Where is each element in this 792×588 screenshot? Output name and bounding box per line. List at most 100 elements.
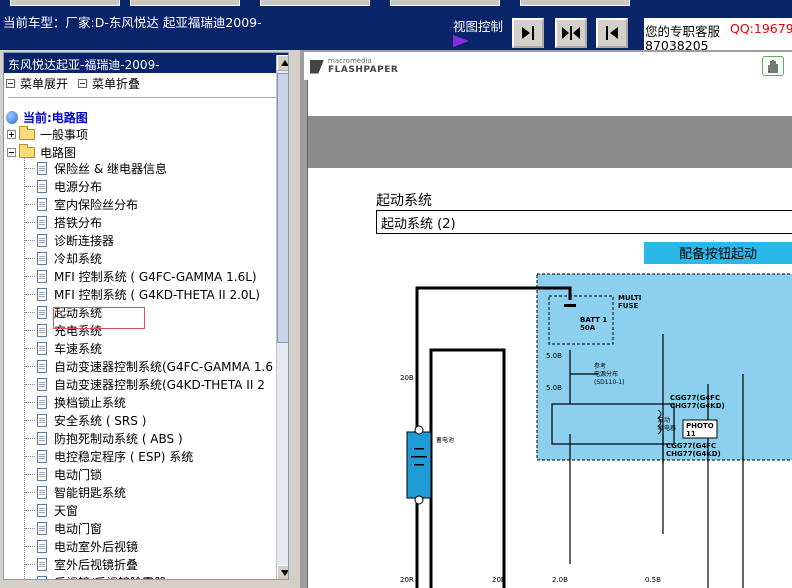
- tree-item-label: 智能钥匙系统: [54, 485, 127, 500]
- top-tab[interactable]: [130, 0, 240, 6]
- tree-item[interactable]: 换档锁止系统: [25, 393, 126, 411]
- tree-item-label: 电动门锁: [54, 467, 103, 482]
- tree-connector: [25, 293, 35, 295]
- view-control-label: 视图控制: [453, 19, 504, 34]
- tree-item[interactable]: 电动门窗: [25, 519, 102, 537]
- tree-item[interactable]: 电动门锁: [25, 465, 102, 483]
- connector-label: CGG77(G4FC: [666, 442, 716, 450]
- document-icon: [37, 449, 47, 463]
- tree-connector: [25, 203, 35, 205]
- wire-label: 0.5B: [645, 576, 661, 584]
- tree-item-label: 室外后视镜折叠: [54, 557, 139, 572]
- current-location: 当前:电路图: [6, 109, 88, 126]
- tree-item[interactable]: 天窗: [25, 501, 78, 519]
- document-icon: [37, 323, 47, 337]
- expand-menu-button[interactable]: 菜单展开: [6, 75, 68, 92]
- top-tab[interactable]: [390, 0, 500, 6]
- tree-item-label: 自动变速器控制系统(G4KD-THETA II 2: [54, 377, 265, 392]
- batt-amp-label: 50A: [580, 324, 596, 332]
- battery-label: 蓄电池: [436, 436, 454, 444]
- tree-connector: [25, 221, 35, 223]
- logo-small-text: macromedia: [328, 57, 372, 65]
- wire-label: 20R: [400, 576, 414, 584]
- view-right-button[interactable]: [512, 18, 544, 48]
- tree-item-label: 电控稳定程序 ( ESP) 系统: [54, 449, 194, 464]
- tree-item[interactable]: 搭铁分布: [25, 213, 102, 231]
- collapse-menu-button[interactable]: 菜单折叠: [78, 75, 140, 92]
- tree-item[interactable]: 电控稳定程序 ( ESP) 系统: [25, 447, 193, 465]
- page-gap-band: [308, 116, 792, 168]
- tree-item[interactable]: 自动变速器控制系统(G4FC-GAMMA 1.6: [25, 357, 273, 375]
- tree-item[interactable]: 冷却系统: [25, 249, 102, 267]
- hand-tool-button[interactable]: [762, 56, 784, 76]
- document-icon: [37, 287, 47, 301]
- tree-folder-label: 电路图: [40, 145, 77, 160]
- selected-item-highlight: [53, 307, 145, 329]
- tree-connector: [25, 401, 35, 403]
- tree-item-label: MFI 控制系统 ( G4KD-THETA II 2.0L): [54, 287, 260, 302]
- tree-item[interactable]: 车速系统: [25, 339, 102, 357]
- tree-connector: [25, 545, 35, 547]
- document-icon: [37, 161, 47, 175]
- tree-item[interactable]: 防抱死制动系统 ( ABS ): [25, 429, 183, 447]
- top-tab[interactable]: [260, 0, 370, 6]
- scroll-down-button[interactable]: [277, 565, 288, 579]
- folder-icon: [19, 125, 35, 140]
- document-icon: [37, 305, 47, 319]
- document-icon: [37, 521, 47, 535]
- top-bar: 当前车型：厂家:D-东风悦达 起亚福瑞迪2009- 视图控制 您的专职客服 QQ…: [0, 0, 792, 50]
- scroll-thumb[interactable]: [277, 73, 288, 343]
- connector-label: CGG77(G4FC: [670, 394, 720, 402]
- document-icon: [37, 233, 47, 247]
- tree-item[interactable]: MFI 控制系统 ( G4KD-THETA II 2.0L): [25, 285, 260, 303]
- view-split-button[interactable]: [555, 18, 587, 48]
- battery-terminal-top: [414, 425, 424, 435]
- logo-big-text: FLASHPAPER: [328, 65, 399, 75]
- tree-item[interactable]: 自动变速器控制系统(G4KD-THETA II 2: [25, 375, 265, 393]
- tree-item[interactable]: 电动室外后视镜: [25, 537, 138, 555]
- view-left-button[interactable]: [596, 18, 628, 48]
- collapse-minus-icon[interactable]: [7, 147, 16, 157]
- tree-connector: [25, 437, 35, 439]
- tree-item[interactable]: 保险丝 & 继电器信息: [25, 159, 167, 177]
- expand-plus-icon[interactable]: [7, 129, 16, 139]
- connector-label: CHG77(G4KD): [666, 450, 721, 458]
- tree-connector: [25, 311, 35, 313]
- document-icon: [37, 269, 47, 283]
- tree-connector: [25, 329, 35, 331]
- tree-item[interactable]: MFI 控制系统 ( G4FC-GAMMA 1.6L): [25, 267, 257, 285]
- tree-item-label: 室内保险丝分布: [54, 197, 139, 212]
- tree-item[interactable]: 诊断连接器: [25, 231, 114, 249]
- document-page[interactable]: 起动系统 起动系统 (2) 配备按钮起动 MULTI FUSE BATT 1 5…: [307, 80, 792, 588]
- tree-item-label: 电动室外后视镜: [54, 539, 139, 554]
- tree-item[interactable]: 后视镜/后视镜除雾器: [25, 573, 166, 579]
- tree-item[interactable]: 室外后视镜折叠: [25, 555, 138, 573]
- folder-open-icon: [19, 143, 35, 158]
- tree-item-label: 诊断连接器: [54, 233, 115, 248]
- tree-item-label: MFI 控制系统 ( G4FC-GAMMA 1.6L): [54, 269, 257, 284]
- tree-folder-general[interactable]: 一般事项: [7, 125, 88, 143]
- service-qq-link[interactable]: QQ:19679: [730, 21, 792, 36]
- top-tab[interactable]: [10, 0, 120, 6]
- tree-item[interactable]: 电源分布: [25, 177, 102, 195]
- top-tab[interactable]: [520, 0, 630, 6]
- tree-title: 东风悦达起亚-福瑞迪-2009-: [4, 53, 288, 73]
- collapse-menu-label: 菜单折叠: [92, 77, 141, 91]
- wire-label: 20B: [492, 576, 506, 584]
- tree-connector: [25, 347, 35, 349]
- tree-item[interactable]: 智能钥匙系统: [25, 483, 126, 501]
- scroll-up-button[interactable]: [277, 55, 288, 71]
- fuse-symbol: [564, 304, 576, 307]
- collapse-icon: [78, 79, 88, 88]
- document-icon: [37, 179, 47, 193]
- tree-scrollbar[interactable]: [276, 55, 288, 579]
- document-icon: [37, 557, 47, 571]
- tree-connector: [25, 365, 35, 367]
- tree-connector: [25, 185, 35, 187]
- scroll-down-icon: [281, 570, 288, 576]
- tree-connector: [25, 509, 35, 511]
- tree-item[interactable]: 室内保险丝分布: [25, 195, 138, 213]
- tree-item[interactable]: 安全系统 ( SRS ): [25, 411, 146, 429]
- power-dist-ref: (SD110-1): [594, 379, 625, 386]
- scroll-up-icon: [281, 60, 288, 66]
